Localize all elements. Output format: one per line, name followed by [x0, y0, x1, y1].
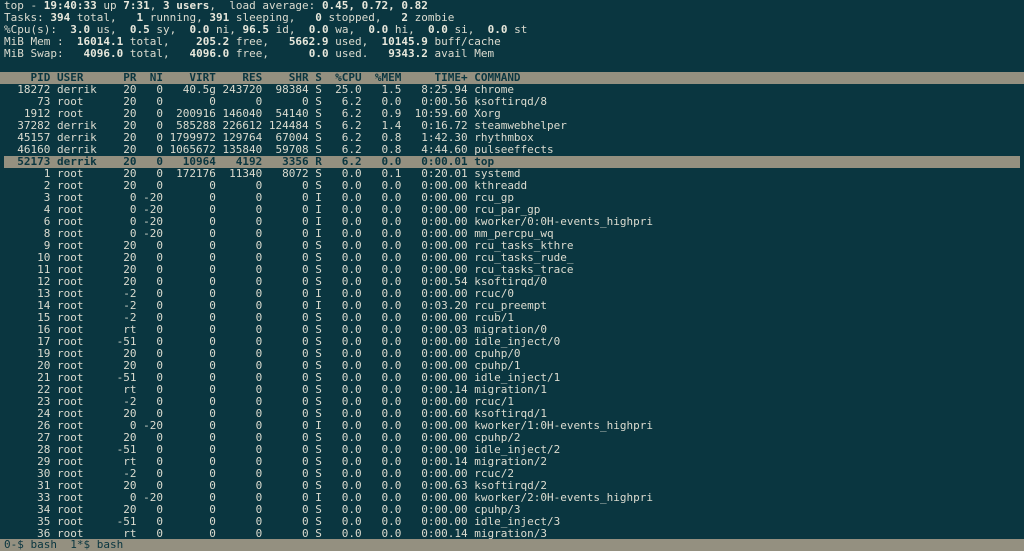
process-list[interactable]: 18272 derrik 20 0 40.5g 243720 98384 S 2…	[0, 84, 1024, 551]
status-bar: 0-$ bash 1*$ bash	[0, 539, 1024, 551]
terminal-window[interactable]: { "header": { "l1_a":"top - ","time":"19…	[0, 0, 1024, 551]
top-summary: top - 19:40:33 up 7:31, 3 users, load av…	[0, 0, 1024, 72]
